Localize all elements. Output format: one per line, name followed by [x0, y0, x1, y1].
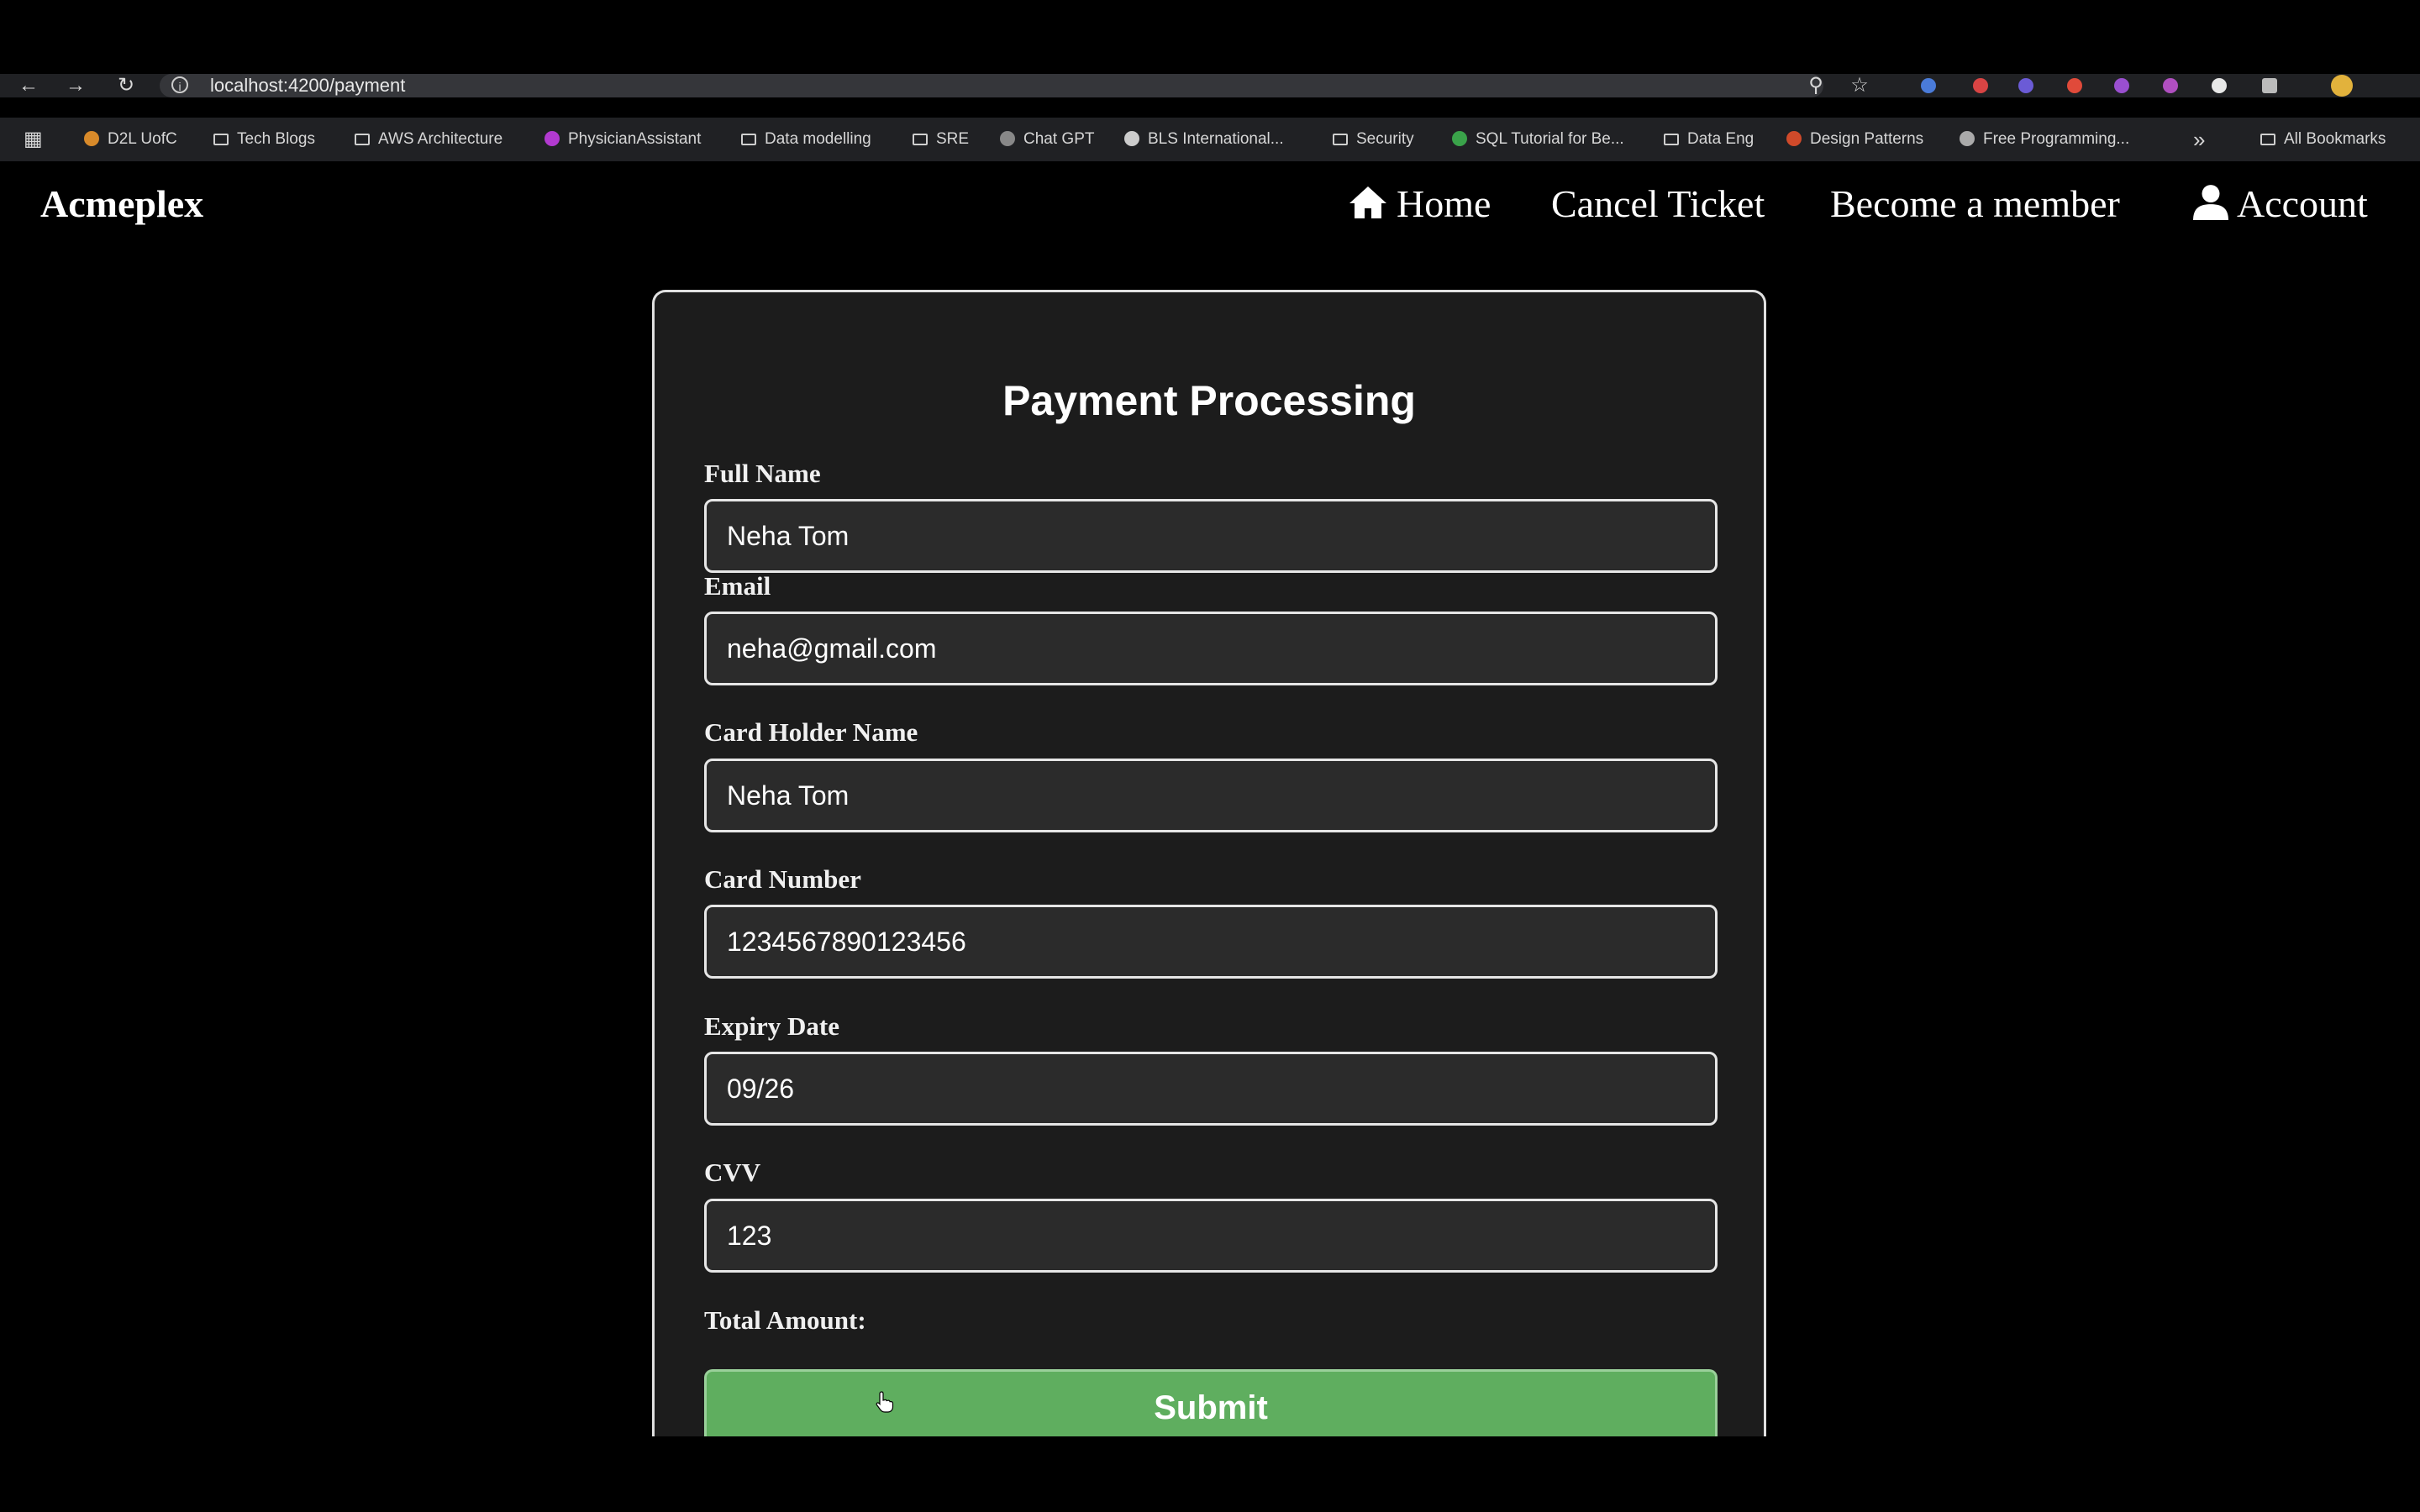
email-label: Email	[704, 571, 771, 601]
nav-account[interactable]: Account	[2193, 181, 2368, 226]
full-name-input[interactable]	[704, 499, 1718, 573]
bookmark-folder[interactable]: Data Eng	[1664, 118, 1754, 161]
extension-icon[interactable]	[2018, 78, 2033, 93]
zoom-icon[interactable]: ⚲	[1803, 74, 1828, 97]
extension-icon[interactable]	[2212, 78, 2227, 93]
bookmark-folder[interactable]: Data modelling	[741, 118, 871, 161]
card-holder-input[interactable]	[704, 759, 1718, 832]
all-bookmarks-folder[interactable]: All Bookmarks	[2260, 118, 2386, 161]
page-title: Payment Processing	[1002, 377, 1416, 424]
full-name-label: Full Name	[704, 459, 821, 488]
app-navbar: Acmeplex Home Cancel Ticket Become a mem…	[0, 161, 2420, 254]
home-icon	[1349, 186, 1386, 218]
browser-toolbar: ← → ↻ i localhost:4200/payment ⚲ ☆	[0, 74, 2420, 97]
brand-logo[interactable]: Acmeplex	[40, 181, 203, 226]
card-number-label: Card Number	[704, 864, 861, 894]
card-holder-label: Card Holder Name	[704, 717, 918, 747]
hand-cursor-icon	[876, 1391, 894, 1413]
bookmark-item[interactable]: PhysicianAssistant	[544, 118, 701, 161]
bookmark-star-icon[interactable]: ☆	[1847, 74, 1872, 97]
extension-icon[interactable]	[2067, 78, 2082, 93]
bookmark-item[interactable]: BLS International...	[1124, 118, 1284, 161]
submit-button[interactable]: Submit	[704, 1369, 1718, 1445]
bookmark-folder[interactable]: AWS Architecture	[355, 118, 502, 161]
bookmark-item[interactable]: D2L UofC	[84, 118, 177, 161]
nav-home[interactable]: Home	[1348, 181, 1491, 226]
extension-icon[interactable]	[1921, 78, 1936, 93]
card-number-input[interactable]	[704, 905, 1718, 979]
cvv-label: CVV	[704, 1158, 761, 1187]
bookmark-folder[interactable]: SRE	[913, 118, 969, 161]
bottom-black-bar	[0, 1436, 2420, 1512]
bookmark-folder[interactable]: Tech Blogs	[213, 118, 315, 161]
bookmarks-bar: ▦ D2L UofC Tech Blogs AWS Architecture P…	[0, 118, 2420, 162]
user-icon	[2193, 185, 2228, 220]
extension-icon[interactable]	[2163, 78, 2178, 93]
cvv-input[interactable]	[704, 1199, 1718, 1273]
back-icon[interactable]: ←	[15, 74, 42, 97]
extension-icon[interactable]	[1973, 78, 1988, 93]
site-info-icon[interactable]: i	[171, 76, 188, 93]
nav-account-label: Account	[2237, 182, 2368, 225]
total-amount-label: Total Amount:	[704, 1305, 866, 1335]
bookmark-item[interactable]: Design Patterns	[1786, 118, 1923, 161]
extensions-puzzle-icon[interactable]	[2262, 78, 2277, 93]
profile-avatar-icon[interactable]	[2331, 75, 2353, 97]
bookmark-folder[interactable]: Security	[1333, 118, 1414, 161]
url-text: localhost:4200/payment	[210, 75, 406, 96]
address-bar[interactable]: i localhost:4200/payment	[160, 74, 1823, 97]
extension-icon[interactable]	[2114, 78, 2129, 93]
bookmark-item[interactable]: Chat GPT	[1000, 118, 1094, 161]
bookmarks-overflow-icon[interactable]: »	[2193, 118, 2205, 161]
reload-icon[interactable]: ↻	[113, 74, 139, 97]
nav-cancel-ticket[interactable]: Cancel Ticket	[1551, 181, 1765, 226]
expiry-date-label: Expiry Date	[704, 1011, 840, 1041]
payment-form-card: Payment Processing Full Name Email Card …	[652, 290, 1766, 1466]
nav-become-member[interactable]: Become a member	[1830, 181, 2120, 226]
expiry-date-input[interactable]	[704, 1052, 1718, 1126]
nav-home-label: Home	[1397, 182, 1491, 225]
bookmark-item[interactable]: SQL Tutorial for Be...	[1452, 118, 1624, 161]
email-input[interactable]	[704, 612, 1718, 685]
bookmark-item[interactable]: Free Programming...	[1960, 118, 2129, 161]
forward-icon[interactable]: →	[62, 74, 89, 97]
apps-grid-icon[interactable]: ▦	[24, 118, 43, 161]
